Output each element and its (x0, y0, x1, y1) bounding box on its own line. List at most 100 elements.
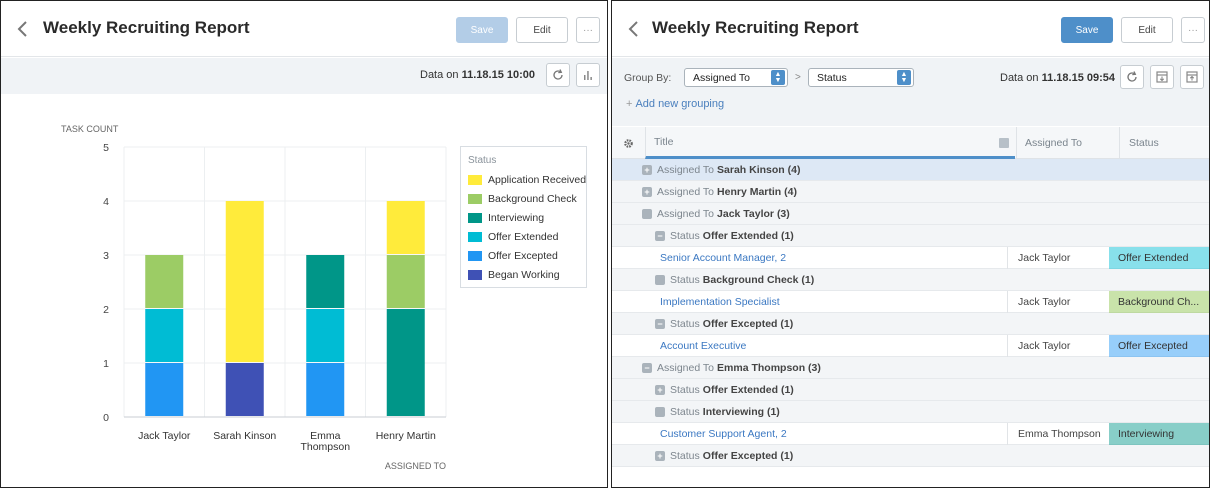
group-label: Status Background Check (1) (655, 269, 814, 291)
row-assignee: Emma Thompson (1007, 423, 1109, 445)
x-tick-label: Jack Taylor (138, 430, 191, 442)
grid-settings-button[interactable] (612, 127, 644, 159)
group-label: + Assigned To Sarah Kinson (4) (642, 159, 800, 181)
collapse-icon[interactable]: − (655, 319, 665, 329)
import-button[interactable] (1180, 65, 1204, 89)
expand-icon[interactable]: + (642, 165, 652, 175)
row-title-link[interactable]: Implementation Specialist (660, 291, 1006, 313)
more-options-button[interactable]: ··· (1181, 17, 1205, 43)
chart-report-panel: Weekly Recruiting Report Save Edit ··· D… (0, 0, 608, 488)
y-tick-label: 2 (103, 304, 109, 316)
bar-segment (306, 309, 345, 362)
group-prefix: Status (670, 230, 700, 242)
legend-item[interactable]: Background Check (468, 189, 586, 208)
row-title-link[interactable]: Senior Account Manager, 2 (660, 247, 1006, 269)
back-chevron-icon[interactable] (624, 17, 644, 41)
group-label: Assigned To Jack Taylor (3) (642, 203, 790, 225)
legend-item[interactable]: Interviewing (468, 208, 586, 227)
y-tick-label: 1 (103, 358, 109, 370)
row-status: Background Ch... (1109, 291, 1209, 313)
refresh-button[interactable] (1120, 65, 1144, 89)
export-icon (1156, 71, 1168, 83)
column-menu-icon[interactable] (999, 138, 1009, 148)
add-grouping-label: Add new grouping (635, 98, 725, 110)
table-row[interactable]: Implementation Specialist Jack Taylor Back… (612, 291, 1209, 313)
refresh-icon (1127, 71, 1137, 82)
group-row[interactable]: Assigned To Jack Taylor (3) (612, 203, 1209, 225)
collapse-icon[interactable]: − (642, 363, 652, 373)
row-status: Interviewing (1109, 423, 1209, 445)
column-header-status[interactable]: Status (1119, 127, 1209, 159)
y-tick-label: 5 (103, 142, 109, 154)
column-title-label: Title (654, 135, 674, 148)
group-value: Offer Excepted (1) (702, 318, 794, 330)
group-value: Offer Extended (1) (702, 384, 794, 396)
gear-icon (623, 138, 633, 148)
table-row[interactable]: Account Executive Jack Taylor Offer Except… (612, 335, 1209, 357)
legend-item[interactable]: Offer Excepted (468, 246, 586, 265)
subgroup-row[interactable]: Status Interviewing (1) (612, 401, 1209, 423)
group-row[interactable]: + Assigned To Henry Martin (4) (612, 181, 1209, 203)
bar-segment (306, 255, 345, 308)
row-assignee: Jack Taylor (1007, 247, 1109, 269)
group-prefix: Status (670, 406, 700, 418)
legend-label: Interviewing (488, 211, 545, 224)
bar-segment (306, 363, 345, 416)
legend-label: Began Working (488, 268, 560, 281)
table-row[interactable]: Senior Account Manager, 2 Jack Taylor Offe… (612, 247, 1209, 269)
y-tick-label: 4 (103, 196, 109, 208)
group-by-select-2[interactable]: Status ▲ ▼ (808, 68, 914, 87)
subgroup-row[interactable]: + Status Offer Excepted (1) (612, 445, 1209, 467)
bar-segment (145, 255, 184, 308)
group-label: − Status Offer Excepted (1) (655, 313, 793, 335)
export-button[interactable] (1150, 65, 1174, 89)
subgroup-row[interactable]: + Status Offer Extended (1) (612, 379, 1209, 401)
group-prefix: Status (670, 274, 700, 286)
edit-button[interactable]: Edit (1121, 17, 1173, 43)
table-row[interactable]: Customer Support Agent, 2 Emma Thompson In… (612, 423, 1209, 445)
grid-report-panel: Weekly Recruiting Report Save Edit ··· G… (611, 0, 1210, 488)
expand-icon[interactable]: + (642, 187, 652, 197)
group-icon[interactable] (655, 275, 665, 285)
group-row[interactable]: + Assigned To Sarah Kinson (4) (612, 159, 1209, 181)
report-title: Weekly Recruiting Report (652, 18, 859, 37)
group-value: Interviewing (1) (702, 406, 780, 418)
y-tick-label: 0 (103, 412, 109, 424)
column-header-assigned-to[interactable]: Assigned To (1016, 127, 1118, 159)
column-header-title[interactable]: Title (645, 127, 1015, 159)
legend-swatch (468, 250, 482, 261)
bar-segment (386, 309, 425, 416)
x-axis-label: ASSIGNED TO (385, 461, 446, 471)
bar-segment (386, 201, 425, 254)
row-assignee: Jack Taylor (1007, 291, 1109, 313)
row-title-link[interactable]: Account Executive (660, 335, 1006, 357)
group-by-select-1[interactable]: Assigned To ▲ ▼ (684, 68, 788, 87)
group-prefix: Assigned To (657, 362, 715, 374)
group-by-select-1-value: Assigned To (693, 71, 751, 84)
group-icon[interactable] (655, 407, 665, 417)
collapse-icon[interactable]: − (655, 231, 665, 241)
subgroup-row[interactable]: − Status Offer Excepted (1) (612, 313, 1209, 335)
group-icon[interactable] (642, 209, 652, 219)
subgroup-row[interactable]: Status Background Check (1) (612, 269, 1209, 291)
legend-item[interactable]: Began Working (468, 265, 586, 284)
save-button[interactable]: Save (1061, 17, 1113, 43)
select-caret-icon: ▲ ▼ (897, 70, 911, 85)
legend-item[interactable]: Application Received (468, 170, 586, 189)
bar-segment (145, 363, 184, 416)
legend-item[interactable]: Offer Extended (468, 227, 586, 246)
data-on-value: 11.18.15 09:54 (1041, 72, 1115, 84)
expand-icon[interactable]: + (655, 451, 665, 461)
group-value: Sarah Kinson (4) (717, 164, 801, 176)
group-prefix: Assigned To (657, 208, 715, 220)
group-value: Background Check (1) (702, 274, 815, 286)
legend-swatch (468, 231, 482, 242)
subgroup-row[interactable]: − Status Offer Extended (1) (612, 225, 1209, 247)
bar-segment (386, 255, 425, 308)
expand-icon[interactable]: + (655, 385, 665, 395)
group-label: − Status Offer Extended (1) (655, 225, 794, 247)
legend-label: Offer Extended (488, 230, 559, 243)
row-title-link[interactable]: Customer Support Agent, 2 (660, 423, 1006, 445)
add-grouping-link[interactable]: + Add new grouping (626, 98, 724, 110)
group-row[interactable]: − Assigned To Emma Thompson (3) (612, 357, 1209, 379)
